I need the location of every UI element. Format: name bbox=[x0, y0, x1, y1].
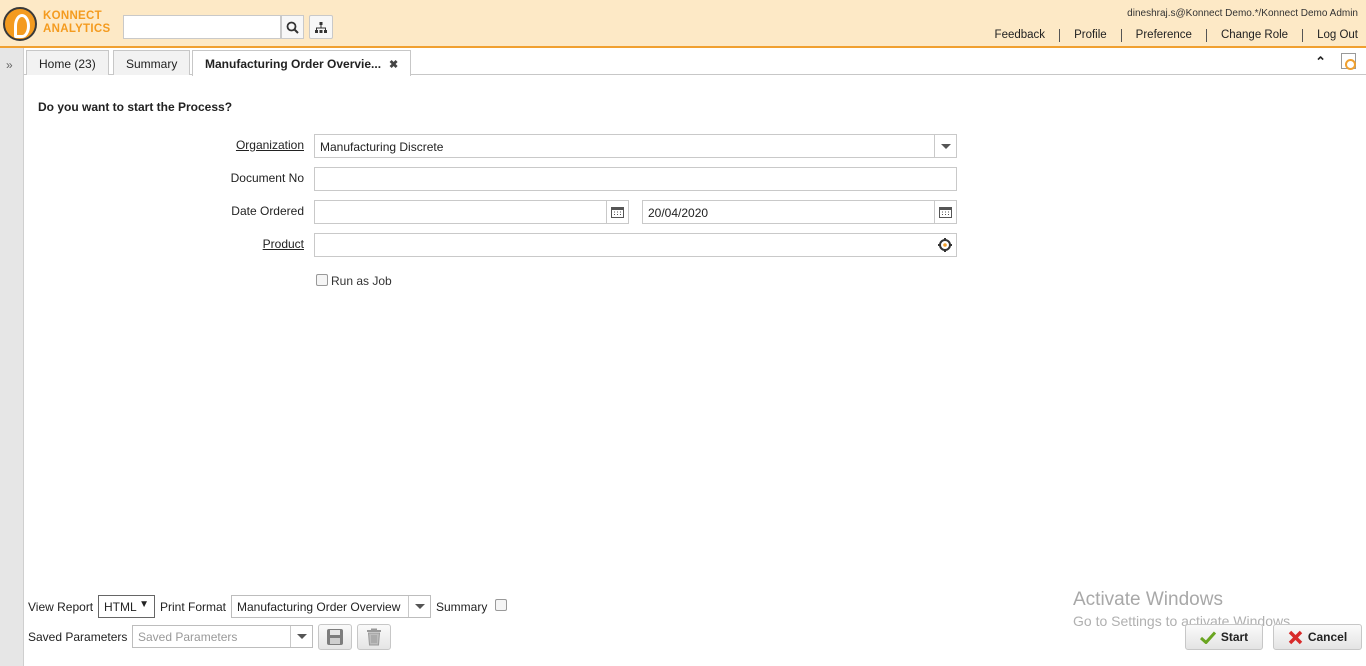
organization-value: Manufacturing Discrete bbox=[320, 140, 444, 154]
window-settings-icon[interactable] bbox=[1341, 53, 1356, 70]
date-ordered-to-input[interactable]: 20/04/2020 bbox=[642, 200, 957, 224]
preference-link[interactable]: Preference bbox=[1120, 29, 1206, 42]
organization-label: Organization bbox=[235, 138, 304, 152]
log-out-link[interactable]: Log Out bbox=[1302, 29, 1358, 42]
search-icon bbox=[286, 21, 299, 34]
document-no-input[interactable] bbox=[314, 167, 957, 191]
print-format-dropdown-button[interactable] bbox=[408, 596, 430, 617]
print-format-select[interactable]: Manufacturing Order Overview bbox=[231, 595, 431, 618]
date-to-picker-button[interactable] bbox=[934, 201, 956, 223]
date-ordered-label: Date Ordered bbox=[231, 204, 304, 218]
calendar-icon bbox=[611, 207, 624, 218]
print-format-label: Print Format bbox=[160, 600, 227, 614]
calendar-icon bbox=[939, 207, 952, 218]
summary-label: Summary bbox=[436, 600, 488, 614]
save-parameters-button[interactable] bbox=[318, 624, 352, 650]
tab-bar: Home (23) Summary Manufacturing Order Ov… bbox=[24, 48, 1366, 76]
save-icon bbox=[327, 629, 343, 645]
konnect-analytics-logo[interactable]: KONNECT ANALYTICS bbox=[3, 6, 123, 42]
organization-select[interactable]: Manufacturing Discrete bbox=[314, 134, 957, 158]
product-label: Product bbox=[262, 237, 304, 251]
date-from-picker-button[interactable] bbox=[606, 201, 628, 223]
collapsed-sidebar: » bbox=[0, 48, 24, 666]
summary-checkbox[interactable] bbox=[495, 599, 507, 611]
chevron-down-icon bbox=[414, 604, 425, 609]
app-header: KONNECT ANALYTICS dineshraj.s@Konnect De… bbox=[0, 0, 1366, 48]
saved-parameters-label: Saved Parameters bbox=[28, 630, 128, 644]
chevron-down-icon: ▼ bbox=[139, 599, 149, 610]
tab-home-label: Home (23) bbox=[39, 57, 96, 71]
product-lookup-icon[interactable] bbox=[937, 237, 953, 253]
product-search-field[interactable] bbox=[314, 233, 957, 257]
saved-parameters-placeholder: Saved Parameters bbox=[138, 630, 238, 644]
saved-parameters-dropdown-button[interactable] bbox=[290, 626, 312, 647]
print-format-value: Manufacturing Order Overview bbox=[237, 600, 401, 614]
logo-icon bbox=[3, 7, 37, 41]
tab-manufacturing-order-overview[interactable]: Manufacturing Order Overvie... ✖ bbox=[192, 50, 412, 76]
profile-link[interactable]: Profile bbox=[1059, 29, 1121, 42]
start-label: Start bbox=[1220, 630, 1249, 644]
tab-summary-label: Summary bbox=[126, 57, 178, 71]
sitemap-icon bbox=[315, 21, 327, 33]
run-as-job-checkbox[interactable] bbox=[316, 274, 328, 286]
document-no-label: Document No bbox=[230, 171, 304, 185]
start-button[interactable]: Start bbox=[1185, 624, 1263, 650]
tab-summary[interactable]: Summary bbox=[113, 50, 191, 75]
global-search-input[interactable] bbox=[123, 15, 281, 39]
date-ordered-from-input[interactable] bbox=[314, 200, 629, 224]
top-links: Feedback Profile Preference Change Role … bbox=[981, 29, 1358, 42]
sitemap-button[interactable] bbox=[309, 15, 333, 39]
delete-parameters-button[interactable] bbox=[357, 624, 391, 650]
logo-text: KONNECT ANALYTICS bbox=[43, 10, 111, 35]
tab-active-label: Manufacturing Order Overvie... bbox=[205, 57, 382, 71]
view-report-value: HTML bbox=[104, 600, 137, 614]
activate-windows-watermark-title: Activate Windows bbox=[1073, 589, 1223, 610]
cancel-button[interactable]: Cancel bbox=[1273, 624, 1362, 650]
close-tab-icon[interactable]: ✖ bbox=[389, 59, 398, 71]
chevron-down-icon bbox=[296, 634, 307, 639]
view-report-label: View Report bbox=[28, 600, 94, 614]
process-question: Do you want to start the Process? bbox=[38, 100, 233, 114]
expand-sidebar-icon[interactable]: » bbox=[6, 58, 13, 72]
cancel-x-icon bbox=[1288, 630, 1303, 644]
view-report-select[interactable]: HTML ▼ bbox=[98, 595, 155, 618]
tab-home[interactable]: Home (23) bbox=[26, 50, 109, 75]
date-ordered-to-value: 20/04/2020 bbox=[648, 206, 709, 220]
organization-dropdown-button[interactable] bbox=[934, 135, 956, 157]
collapse-up-icon[interactable]: ⌃ bbox=[1315, 54, 1326, 70]
run-as-job-label: Run as Job bbox=[331, 274, 392, 288]
feedback-link[interactable]: Feedback bbox=[981, 29, 1060, 42]
search-button[interactable] bbox=[281, 15, 304, 39]
trash-icon bbox=[367, 628, 381, 646]
saved-parameters-select[interactable]: Saved Parameters bbox=[132, 625, 313, 648]
checkmark-icon bbox=[1199, 630, 1216, 644]
chevron-down-icon bbox=[940, 143, 951, 149]
user-info: dineshraj.s@Konnect Demo.*/Konnect Demo … bbox=[1127, 8, 1358, 19]
change-role-link[interactable]: Change Role bbox=[1205, 29, 1302, 42]
cancel-label: Cancel bbox=[1307, 630, 1348, 644]
